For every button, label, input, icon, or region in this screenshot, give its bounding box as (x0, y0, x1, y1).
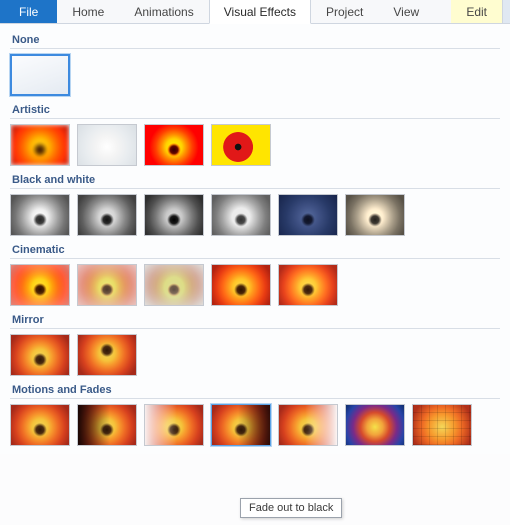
effect-motion-1[interactable] (10, 404, 70, 446)
group-header-none: None (10, 28, 500, 49)
effect-cinematic-4[interactable] (211, 264, 271, 306)
group-header-artistic: Artistic (10, 98, 500, 119)
effect-motion-2[interactable] (77, 404, 137, 446)
effect-bw-6[interactable] (345, 194, 405, 236)
effect-cinematic-1[interactable] (10, 264, 70, 306)
effect-bw-4[interactable] (211, 194, 271, 236)
effect-none[interactable] (10, 54, 70, 96)
tab-project[interactable]: Project (311, 0, 378, 23)
group-header-bw: Black and white (10, 168, 500, 189)
group-header-motions: Motions and Fades (10, 378, 500, 399)
effect-mirror-2[interactable] (77, 334, 137, 376)
tab-view[interactable]: View (378, 0, 434, 23)
effect-bw-5[interactable] (278, 194, 338, 236)
effect-cinematic-2[interactable] (77, 264, 137, 306)
effect-cinematic-5[interactable] (278, 264, 338, 306)
tab-file[interactable]: File (0, 0, 57, 23)
ribbon-tabs: File Home Animations Visual Effects Proj… (0, 0, 510, 24)
effect-motion-6[interactable] (345, 404, 405, 446)
effect-bw-2[interactable] (77, 194, 137, 236)
effect-artistic-4[interactable] (211, 124, 271, 166)
tab-home[interactable]: Home (57, 0, 119, 23)
ribbon-end (502, 0, 510, 23)
effects-gallery: None Artistic Black and white Cinematic (0, 24, 510, 454)
tab-edit[interactable]: Edit (451, 0, 502, 23)
ribbon-spacer (434, 0, 451, 23)
effect-bw-1[interactable] (10, 194, 70, 236)
tooltip-fade-out-to-black: Fade out to black (240, 498, 342, 518)
tab-animations[interactable]: Animations (119, 0, 208, 23)
effect-bw-3[interactable] (144, 194, 204, 236)
effect-motion-7[interactable] (412, 404, 472, 446)
group-header-cinematic: Cinematic (10, 238, 500, 259)
effect-artistic-1[interactable] (10, 124, 70, 166)
effect-artistic-3[interactable] (144, 124, 204, 166)
tab-visual-effects[interactable]: Visual Effects (209, 0, 311, 24)
effect-fade-out-to-black[interactable] (211, 404, 271, 446)
effect-mirror-1[interactable] (10, 334, 70, 376)
effect-motion-5[interactable] (278, 404, 338, 446)
effect-artistic-2[interactable] (77, 124, 137, 166)
effect-cinematic-3[interactable] (144, 264, 204, 306)
group-header-mirror: Mirror (10, 308, 500, 329)
effect-motion-3[interactable] (144, 404, 204, 446)
